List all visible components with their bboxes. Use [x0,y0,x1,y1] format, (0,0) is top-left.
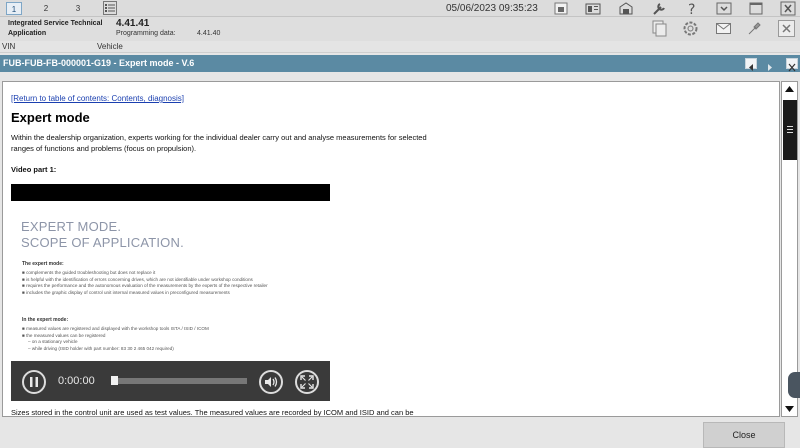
slide-bullet: ■ requires the performance and the auton… [22,283,268,289]
ista-window: 1 2 3 05/06/2023 09:35:23 ? Integrated S… [0,0,800,448]
window-icon[interactable] [748,1,764,16]
slide-bullet: ■ the measured values can be registered [22,332,106,338]
vertical-scrollbar[interactable] [781,81,798,417]
grip-icon [787,126,793,133]
slide-section-2-bullets: ■ measured values are registered and dis… [22,326,322,352]
list-icon[interactable] [103,1,117,15]
wrench-icon[interactable] [651,1,667,16]
pause-button[interactable] [22,370,46,394]
video-player[interactable]: EXPERT MODE. SCOPE OF APPLICATION. The e… [11,184,330,401]
measured-values-paragraph: Sizes stored in the control unit are use… [11,408,414,417]
slide-title-line-1: EXPERT MODE. [21,219,122,234]
document-title: FUB-FUB-FB-000001-G19 - Expert mode - V.… [3,58,195,68]
application-name: Integrated Service Technical Application [8,20,103,37]
slide-title-line-2: SCOPE OF APPLICATION. [21,235,184,250]
video-controls: 0:00:00 [11,361,330,401]
slide-bullet: ■ includes the graphic display of contro… [22,289,230,295]
session-tab-1[interactable]: 1 [6,2,22,15]
vehicle-row: VIN Vehicle [0,41,800,53]
help-icon[interactable]: ? [684,1,700,16]
video-progress-thumb[interactable] [111,376,118,385]
slide-bullet: ■ measured values are registered and dis… [22,326,209,331]
copy-icon[interactable] [650,20,667,37]
cancel-icon[interactable] [778,20,795,37]
arrow-right-icon [768,64,772,71]
side-panel-handle[interactable] [788,372,800,398]
scroll-thumb[interactable] [783,100,797,160]
application-info-row: Integrated Service Technical Application… [0,17,800,41]
datetime-display: 05/06/2023 09:35:23 [446,3,538,14]
programming-data-value: 4.41.40 [197,30,221,37]
document-icon[interactable] [585,1,601,16]
close-icon [788,63,796,72]
vehicle-label: Vehicle [97,42,123,51]
slide-bullet: ■ complements the guided troubleshooting… [22,270,156,275]
slide-section-1-heading: The expert mode: [22,261,64,267]
session-tab-3[interactable]: 3 [70,2,86,15]
volume-icon [265,377,278,387]
close-button[interactable]: Close [703,422,785,448]
pause-icon [30,377,38,387]
page-title: Expert mode [11,110,90,125]
document-title-bar: FUB-FUB-FB-000001-G19 - Expert mode - V.… [0,55,800,72]
close-document-button[interactable] [786,58,798,72]
minimize-icon[interactable] [716,1,732,16]
video-header-bar [11,184,330,201]
fullscreen-icon [300,375,314,389]
arrow-left-icon [749,64,753,71]
video-progress-bar[interactable] [111,378,247,384]
slide-section-1-bullets: ■ complements the guided troubleshooting… [22,270,322,296]
tools-icon[interactable] [746,20,763,37]
slide-bullet: – while driving (ISID holder with part n… [28,345,174,351]
volume-button[interactable] [259,370,283,394]
vin-label: VIN [2,42,16,51]
slide-bullet: ■ is helpful with the identification of … [22,276,253,282]
document-content[interactable]: [Return to table of contents: Contents, … [2,81,780,417]
video-label: Video part 1: [11,165,57,174]
top-toolbar: 1 2 3 05/06/2023 09:35:23 ? [0,0,800,17]
return-to-contents-link[interactable]: [Return to table of contents: Contents, … [11,94,184,103]
scroll-up-icon[interactable] [782,82,797,96]
slide-title: EXPERT MODE. SCOPE OF APPLICATION. [21,219,184,251]
close-icon[interactable] [780,1,796,16]
fullscreen-button[interactable] [295,370,319,394]
vehicle-status-icon[interactable] [553,1,569,16]
intro-paragraph: Within the dealership organization, expe… [11,133,427,153]
slide-bullet: – on a stationary vehicle [28,339,78,345]
scroll-down-icon[interactable] [782,402,797,416]
mail-icon[interactable] [715,20,732,37]
settings-gear-icon[interactable] [682,20,699,37]
application-version: 4.41.41 [116,18,150,29]
garage-icon[interactable] [618,1,634,16]
programming-data-label: Programming data: [116,30,176,37]
session-tab-2[interactable]: 2 [38,2,54,15]
svg-text:?: ? [688,2,695,16]
slide-section-2-heading: In the expert mode: [22,317,69,323]
previous-page-button[interactable] [745,58,757,71]
video-time: 0:00:00 [58,375,95,387]
next-page-button[interactable] [764,58,776,71]
